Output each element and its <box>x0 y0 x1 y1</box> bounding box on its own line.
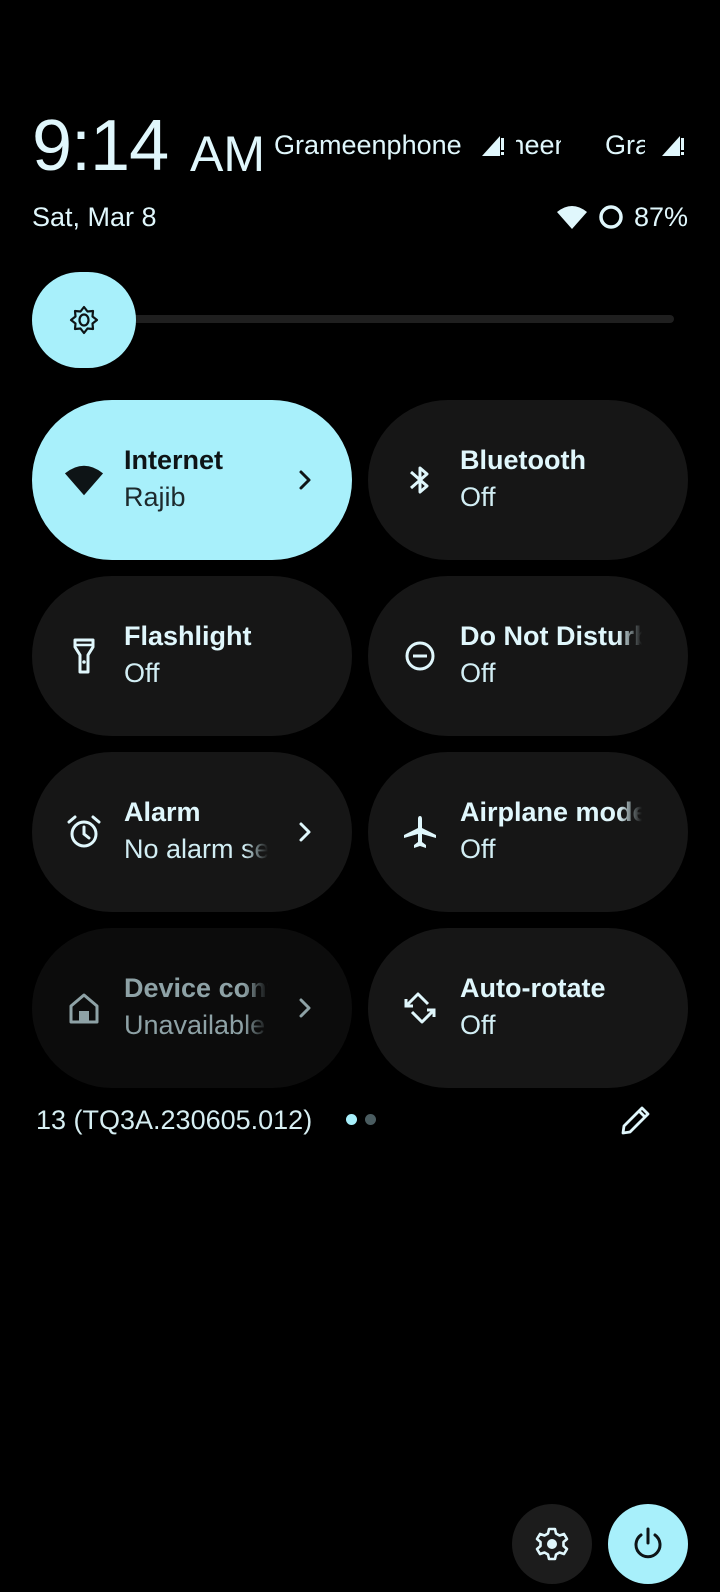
tile-state: Off <box>460 1010 496 1040</box>
brightness-icon <box>69 305 99 335</box>
system-status-icons: 87% <box>556 200 688 234</box>
qs-footer: 13 (TQ3A.230605.012) <box>36 1100 686 1144</box>
tile-state: Rajib <box>124 482 186 512</box>
alarm-icon <box>64 810 104 854</box>
page-dot-active <box>346 1114 357 1125</box>
tile-state: Off <box>460 658 496 688</box>
tile-flashlight[interactable]: Flashlight Off <box>32 576 352 736</box>
power-icon <box>634 1527 662 1559</box>
settings-gear-icon <box>535 1527 569 1561</box>
chevron-right-icon[interactable] <box>296 990 316 1026</box>
airplane-icon <box>400 810 440 854</box>
text-fade <box>244 794 268 868</box>
carrier-label-1: Grameenphone <box>274 130 462 160</box>
tile-label: Airplane mode <box>460 797 642 827</box>
page-dot-inactive <box>365 1114 376 1125</box>
tile-auto-rotate[interactable]: Auto-rotate Off <box>368 928 688 1088</box>
tile-state: Off <box>124 658 160 688</box>
carrier-label-3: Gra <box>605 130 645 160</box>
tile-label: Flashlight <box>124 621 252 651</box>
quick-settings-tiles: Internet Rajib Bluetooth Off Flashlight … <box>32 400 688 1088</box>
tile-airplane-mode[interactable]: Airplane mode Off <box>368 752 688 912</box>
text-fade <box>618 794 642 868</box>
wifi-icon <box>64 458 104 502</box>
text-fade <box>244 970 268 1044</box>
tile-state: Off <box>460 834 496 864</box>
tile-label: Internet <box>124 445 224 475</box>
power-button[interactable] <box>608 1504 688 1584</box>
tile-state: Off <box>460 482 496 512</box>
wifi-icon <box>556 206 587 229</box>
battery-percentage: 87% <box>633 202 688 232</box>
build-number[interactable]: 13 (TQ3A.230605.012) <box>36 1102 312 1138</box>
bluetooth-icon <box>400 458 440 502</box>
signal-no-data-icon <box>482 136 504 156</box>
tile-label: Do Not Disturb <box>460 621 642 651</box>
clock-ampm: AM <box>190 126 265 182</box>
text-fade <box>618 618 642 692</box>
edit-pencil-icon[interactable] <box>618 1102 654 1138</box>
tile-label: Bluetooth <box>460 445 586 475</box>
chevron-right-icon[interactable] <box>296 462 316 498</box>
brightness-track[interactable] <box>122 315 674 323</box>
tile-alarm[interactable]: Alarm No alarm set <box>32 752 352 912</box>
tile-device-controls[interactable]: Device controls Unavailable <box>32 928 352 1088</box>
tile-do-not-disturb[interactable]: Do Not Disturb Off <box>368 576 688 736</box>
date-label[interactable]: Sat, Mar 8 <box>32 200 157 234</box>
status-header: 9:14 AM Grameenphone Grameenphone Gra Sa… <box>0 0 720 250</box>
chevron-right-icon[interactable] <box>296 814 316 850</box>
battery-saver-ring-icon <box>599 205 623 229</box>
home-icon <box>64 986 104 1030</box>
flashlight-icon <box>64 634 104 678</box>
carrier-label-2: Grameenphone <box>516 130 561 160</box>
clock-time[interactable]: 9:14 <box>32 108 169 184</box>
tile-bluetooth[interactable]: Bluetooth Off <box>368 400 688 560</box>
tile-label: Auto-rotate <box>460 973 606 1003</box>
brightness-slider[interactable] <box>32 272 674 368</box>
tile-internet[interactable]: Internet Rajib <box>32 400 352 560</box>
brightness-thumb[interactable] <box>32 272 136 368</box>
do-not-disturb-icon <box>400 634 440 678</box>
signal-no-data-icon <box>662 136 684 156</box>
auto-rotate-icon <box>400 986 440 1030</box>
page-indicator[interactable] <box>346 1114 376 1125</box>
settings-button[interactable] <box>512 1504 592 1584</box>
